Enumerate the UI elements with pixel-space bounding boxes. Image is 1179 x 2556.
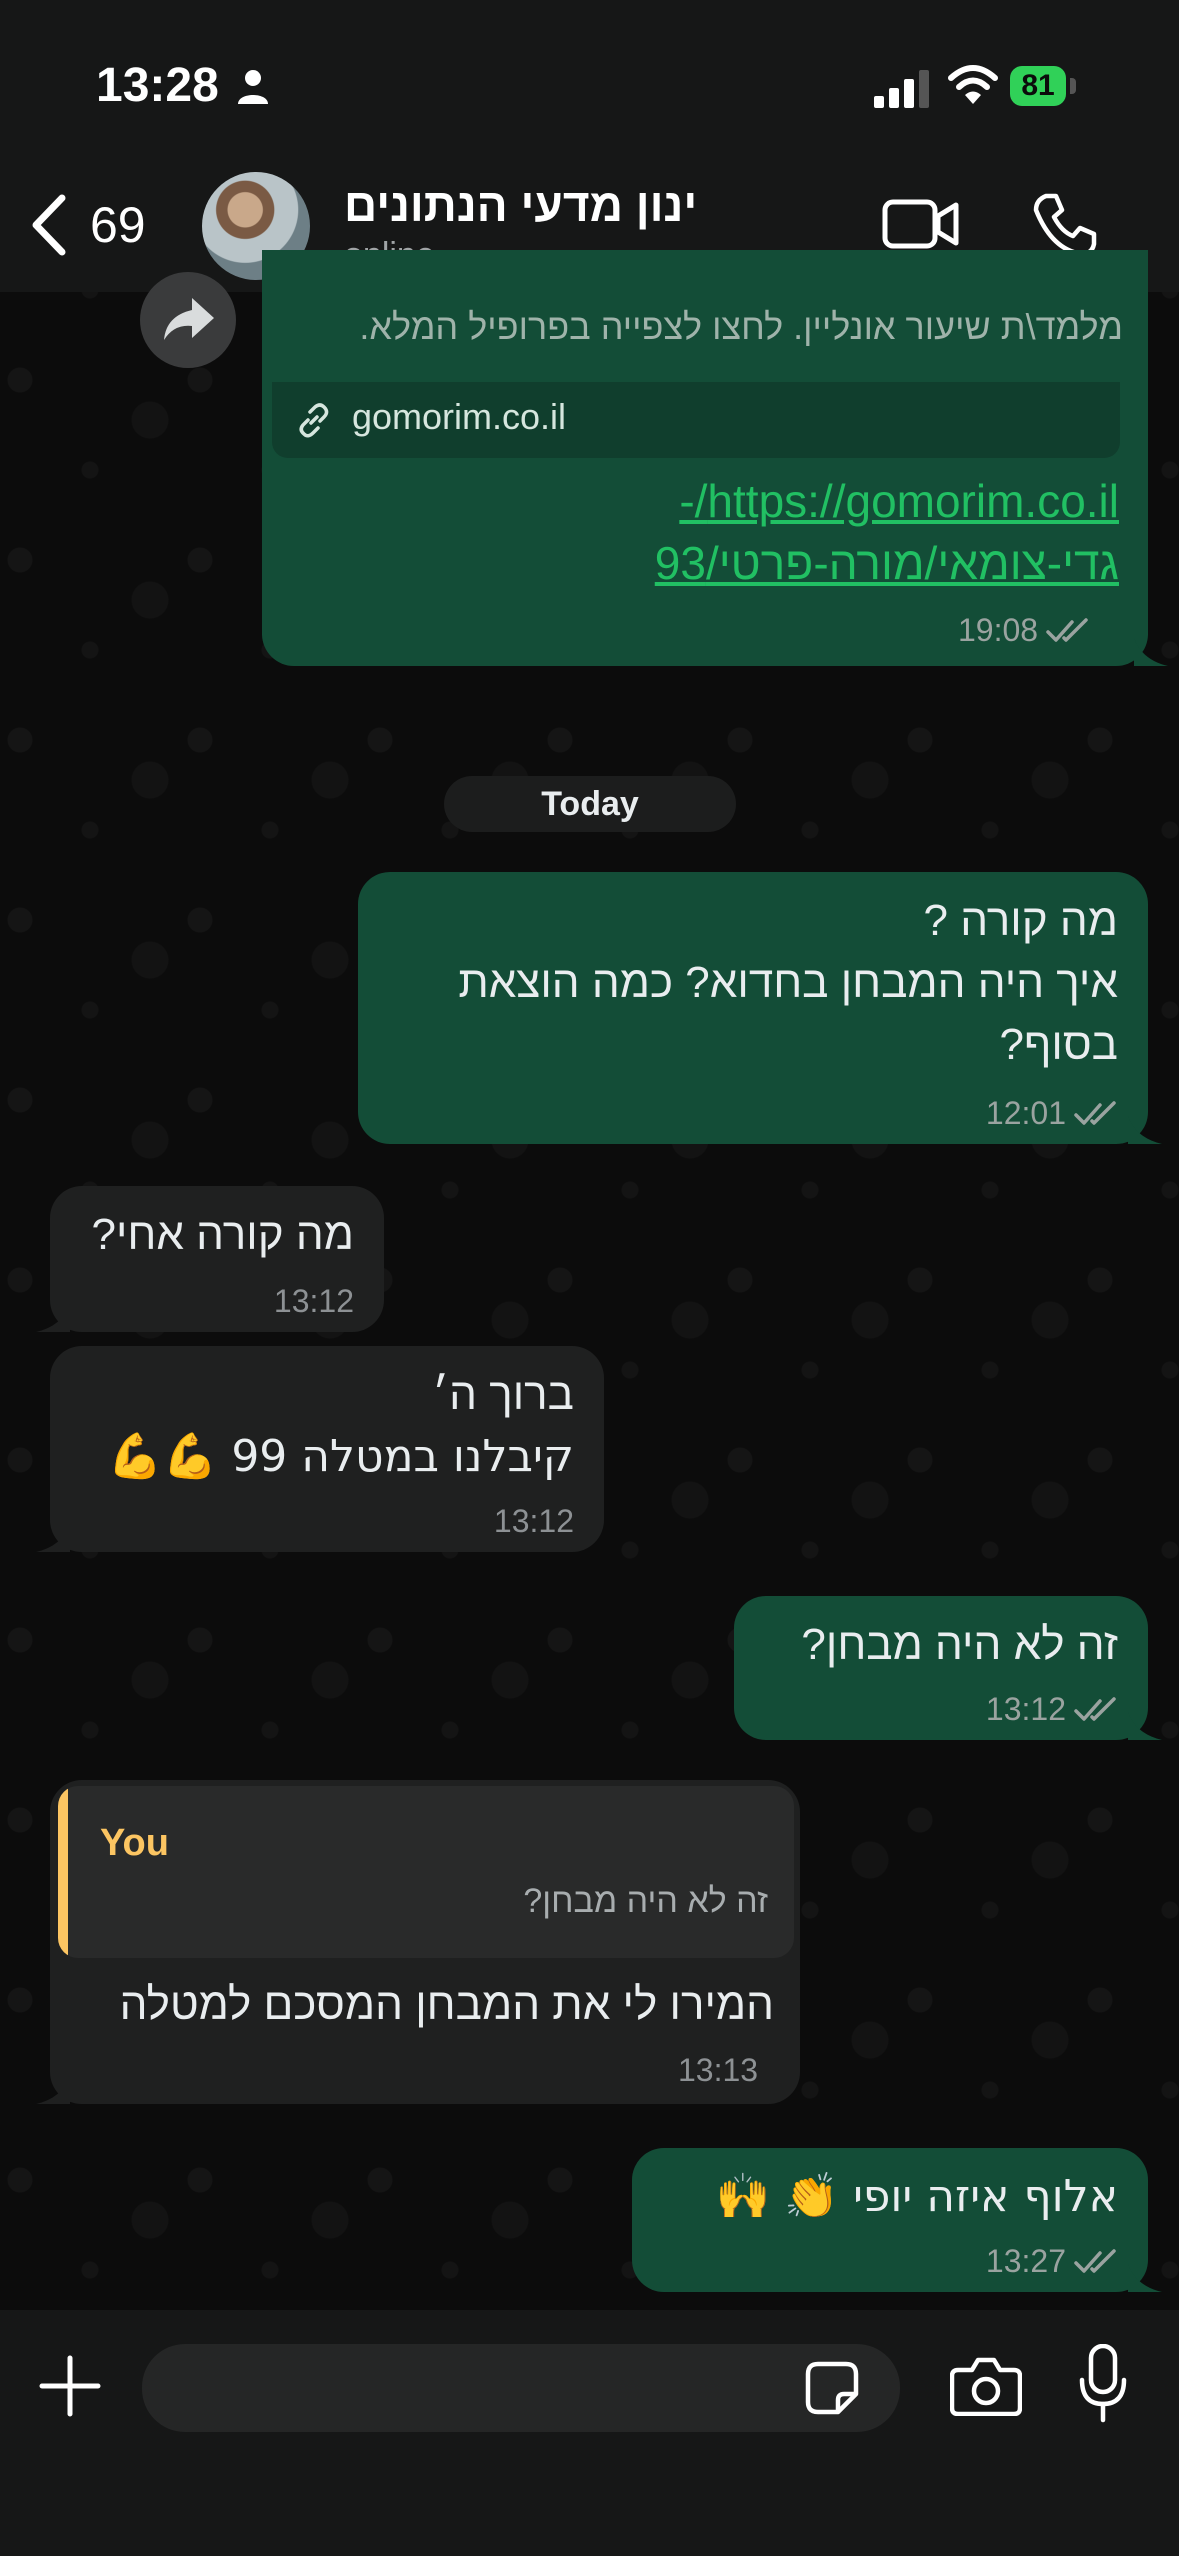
double-check-icon <box>1074 1100 1116 1125</box>
message-meta: 12:01 <box>986 1095 1118 1132</box>
sticker-icon[interactable] <box>804 2360 860 2416</box>
message-time: 13:13 <box>678 2052 759 2088</box>
double-check-icon <box>1074 2248 1116 2273</box>
person-icon <box>238 70 268 104</box>
quote-sender: You <box>100 1822 169 1864</box>
link-preview-card[interactable]: gomorim.co.il <box>272 382 1120 458</box>
contact-name[interactable]: ינון מדעי הנתונים <box>344 178 697 232</box>
bubble-tail <box>1128 1116 1162 1144</box>
message-text: אלוף איזה יופי 👏 🙌 <box>715 2171 1118 2222</box>
bubble-tail <box>1128 2264 1162 2292</box>
message-input[interactable] <box>142 2344 900 2432</box>
top-bar <box>0 0 1179 292</box>
message-text: בסוף? <box>999 1020 1119 1069</box>
message-text: מה קורה ? <box>923 896 1119 945</box>
forward-icon <box>164 298 214 340</box>
message-meta: 13:12 <box>494 1503 574 1540</box>
message-time: 13:12 <box>493 1503 574 1539</box>
bubble-tail <box>36 2076 70 2104</box>
double-check-icon <box>1074 1696 1116 1721</box>
message-link[interactable]: https://gomorim.co.il/-גדי-צומאי/מורה-פר… <box>279 470 1119 594</box>
message-bubble-incoming[interactable]: מה קורה אחי? 13:12 <box>36 1186 384 1332</box>
quoted-message[interactable]: You זה לא היה מבחן? <box>58 1786 794 1958</box>
bubble-tail <box>1134 638 1168 666</box>
plus-icon[interactable] <box>38 2354 102 2418</box>
phone-icon[interactable] <box>1032 192 1098 258</box>
message-meta: 19:08 <box>958 612 1090 649</box>
message-time: 12:01 <box>985 1095 1066 1131</box>
signal-icon <box>874 70 929 108</box>
message-bubble-outgoing[interactable]: אלוף איזה יופי 👏 🙌 13:27 <box>632 2148 1162 2292</box>
message-time: 13:12 <box>985 1691 1066 1727</box>
link-icon <box>299 403 329 438</box>
bubble-tail <box>1128 1712 1162 1740</box>
message-text: המירו לי את המבחן המסכם למטלה <box>119 1980 774 2029</box>
message-time: 13:12 <box>273 1283 354 1319</box>
message-text: מה קורה אחי? <box>91 1210 354 1259</box>
message-meta: 13:13 <box>678 2052 758 2089</box>
wifi-icon <box>948 65 998 104</box>
message-text: קיבלנו במטלה 99 💪💪 <box>107 1431 574 1482</box>
message-bubble-incoming[interactable]: ברוך ה׳ קיבלנו במטלה 99 💪💪 13:12 <box>36 1346 604 1552</box>
status-time: 13:28 <box>96 59 219 112</box>
back-chevron-icon[interactable] <box>24 190 74 260</box>
forward-button[interactable] <box>140 272 236 368</box>
message-meta: 13:27 <box>986 2243 1118 2280</box>
message-text: ברוך ה׳ <box>432 1370 574 1419</box>
double-check-icon <box>1046 617 1088 642</box>
date-divider: Today <box>444 776 736 832</box>
link-preview-domain: gomorim.co.il <box>352 396 567 437</box>
message-bubble-outgoing[interactable]: מה קורה ? איך היה המבחן בחדוא? כמה הוצאת… <box>358 872 1162 1144</box>
message-meta: 13:12 <box>274 1283 354 1320</box>
message-text: זה לא היה מבחן? <box>801 1620 1118 1669</box>
microphone-icon[interactable] <box>1078 2344 1128 2424</box>
quote-accent-bar <box>58 1786 68 1958</box>
video-call-icon[interactable] <box>882 196 960 252</box>
unread-count[interactable]: 69 <box>90 196 146 254</box>
link-preview-description: מלמד\ת שיעור אונליין. לחצו לצפייה בפרופי… <box>359 306 1123 347</box>
battery-indicator: 81 <box>1010 66 1066 106</box>
battery-tip <box>1070 78 1076 94</box>
message-time: 13:27 <box>985 2243 1066 2279</box>
message-text: איך היה המבחן בחדוא? כמה הוצאת <box>458 958 1118 1007</box>
bubble-tail <box>36 1524 70 1552</box>
camera-icon[interactable] <box>950 2356 1022 2416</box>
bubble-tail <box>36 1304 70 1332</box>
message-bubble-outgoing[interactable]: זה לא היה מבחן? 13:12 <box>734 1596 1162 1740</box>
message-time: 19:08 <box>958 612 1039 648</box>
message-meta: 13:12 <box>986 1691 1118 1728</box>
quote-text: זה לא היה מבחן? <box>523 1882 768 1920</box>
